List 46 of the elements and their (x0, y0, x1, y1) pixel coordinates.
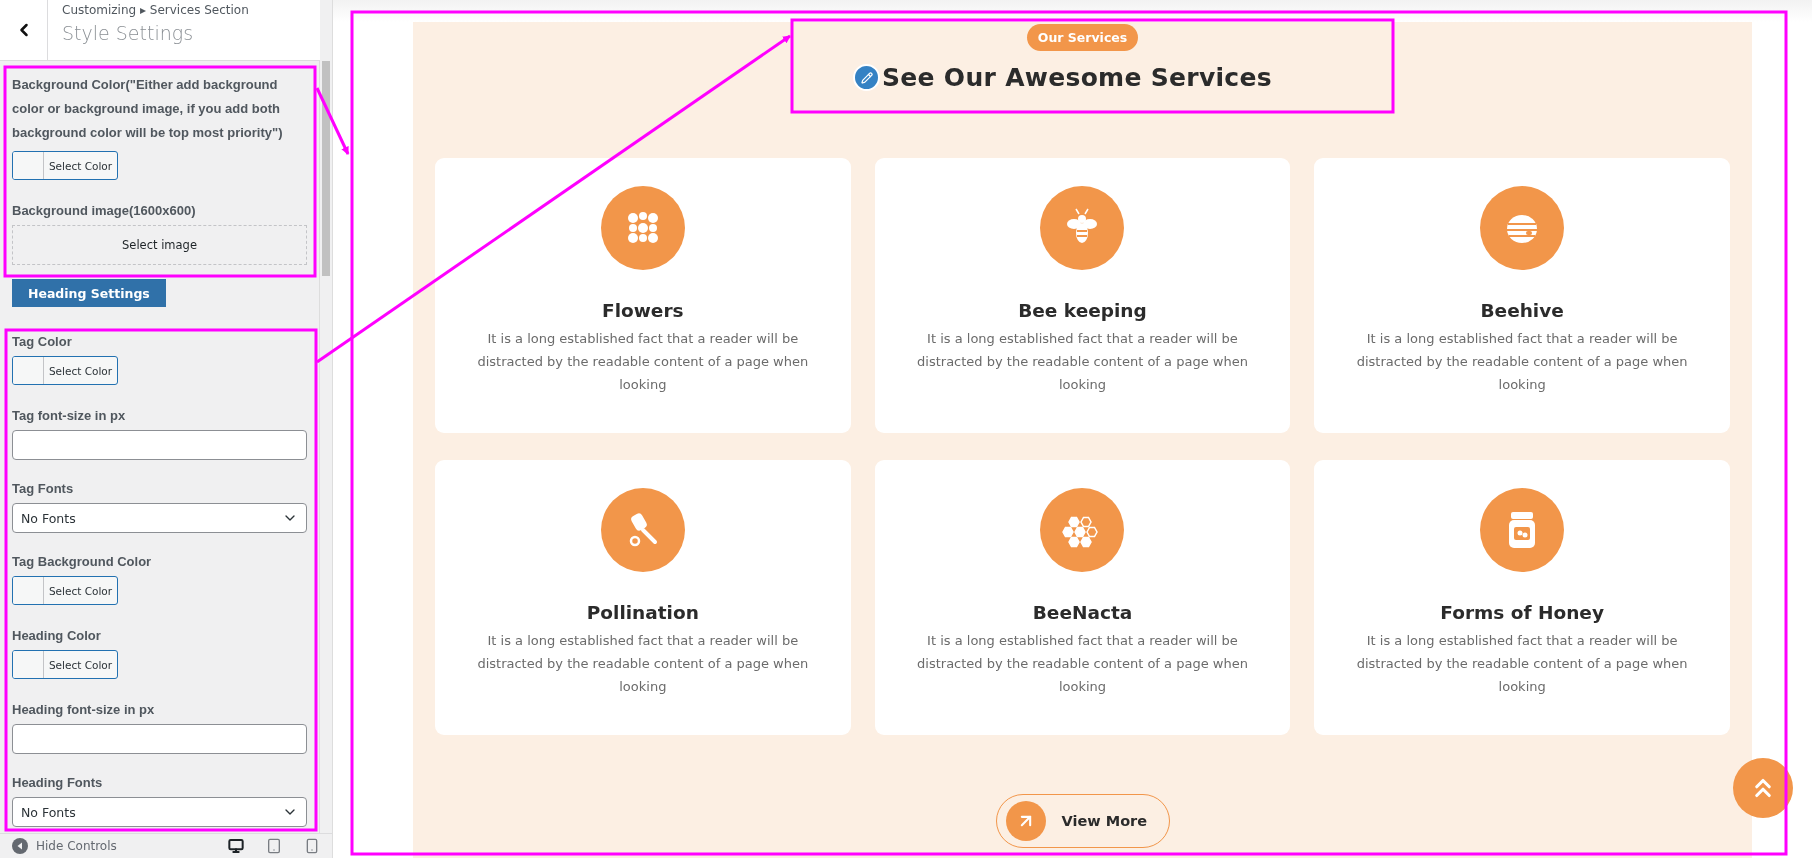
card-title: Beehive (1480, 300, 1564, 321)
scrollbar-thumb[interactable] (322, 61, 330, 276)
section-heading: See Our Awesome Services (882, 63, 1272, 92)
input-field[interactable] (12, 724, 307, 754)
card-title: BeeNacta (1032, 602, 1133, 623)
color-picker-button[interactable]: Select Color (12, 151, 118, 180)
card-title: Forms of Honey (1440, 602, 1604, 623)
pencil-icon (860, 71, 873, 84)
field-label: Background Color("Either add background color or background image, if you add both background color will be top most priority") (12, 76, 284, 142)
edit-shortcut-button[interactable] (853, 64, 881, 91)
field-label: Tag font-size in px (12, 407, 127, 424)
section-tag: Our Services (1026, 24, 1139, 51)
hide-controls-button[interactable]: Hide Controls (12, 838, 117, 854)
card-text: It is a long established fact that a reader will be distracted by the readable content of a page when looking (1355, 632, 1689, 696)
tablet-preview-button[interactable] (266, 838, 282, 854)
select-image-button[interactable]: Select image (12, 225, 307, 265)
card-text: It is a long established fact that a reader will be distracted by the readable content of a page when looking (476, 330, 810, 394)
desktop-preview-button[interactable] (228, 838, 244, 854)
field-label: Tag Background Color (12, 553, 153, 570)
breadcrumb: Customizing ▸ Services Section (62, 2, 249, 18)
field-label: Tag Fonts (12, 480, 75, 497)
mobile-preview-button[interactable] (304, 838, 320, 854)
card-title: Pollination (586, 602, 699, 623)
panel-title: Style Settings (62, 21, 195, 46)
card-title: Flowers (602, 300, 684, 321)
field-label: Heading Color (12, 627, 102, 644)
section-button[interactable]: Heading Settings (12, 279, 166, 307)
mobile-icon (304, 838, 320, 854)
card-title: Bee keeping (1018, 300, 1147, 321)
card-text: It is a long established fact that a reader will be distracted by the readable content of a page when looking (1355, 330, 1689, 394)
desktop-icon (228, 838, 244, 854)
color-picker-button[interactable]: Select Color (12, 576, 118, 605)
color-picker-button[interactable]: Select Color (12, 356, 118, 385)
collapse-icon (12, 838, 28, 854)
font-select[interactable]: No Fonts (12, 797, 307, 827)
color-picker-button[interactable]: Select Color (12, 650, 118, 679)
card-text: It is a long established fact that a reader will be distracted by the readable content of a page when looking (916, 632, 1249, 696)
card-text: It is a long established fact that a reader will be distracted by the readable content of a page when looking (476, 632, 810, 696)
input-field[interactable] (12, 430, 307, 460)
tablet-icon (266, 838, 282, 854)
field-label: Background image(1600x600) (12, 202, 197, 219)
card-text: It is a long established fact that a reader will be distracted by the readable content of a page when looking (916, 330, 1249, 394)
font-select[interactable]: No Fonts (12, 503, 307, 533)
field-label: Heading Fonts (12, 774, 104, 791)
field-label: Heading font-size in px (12, 701, 156, 718)
field-label: Tag Color (12, 333, 73, 350)
